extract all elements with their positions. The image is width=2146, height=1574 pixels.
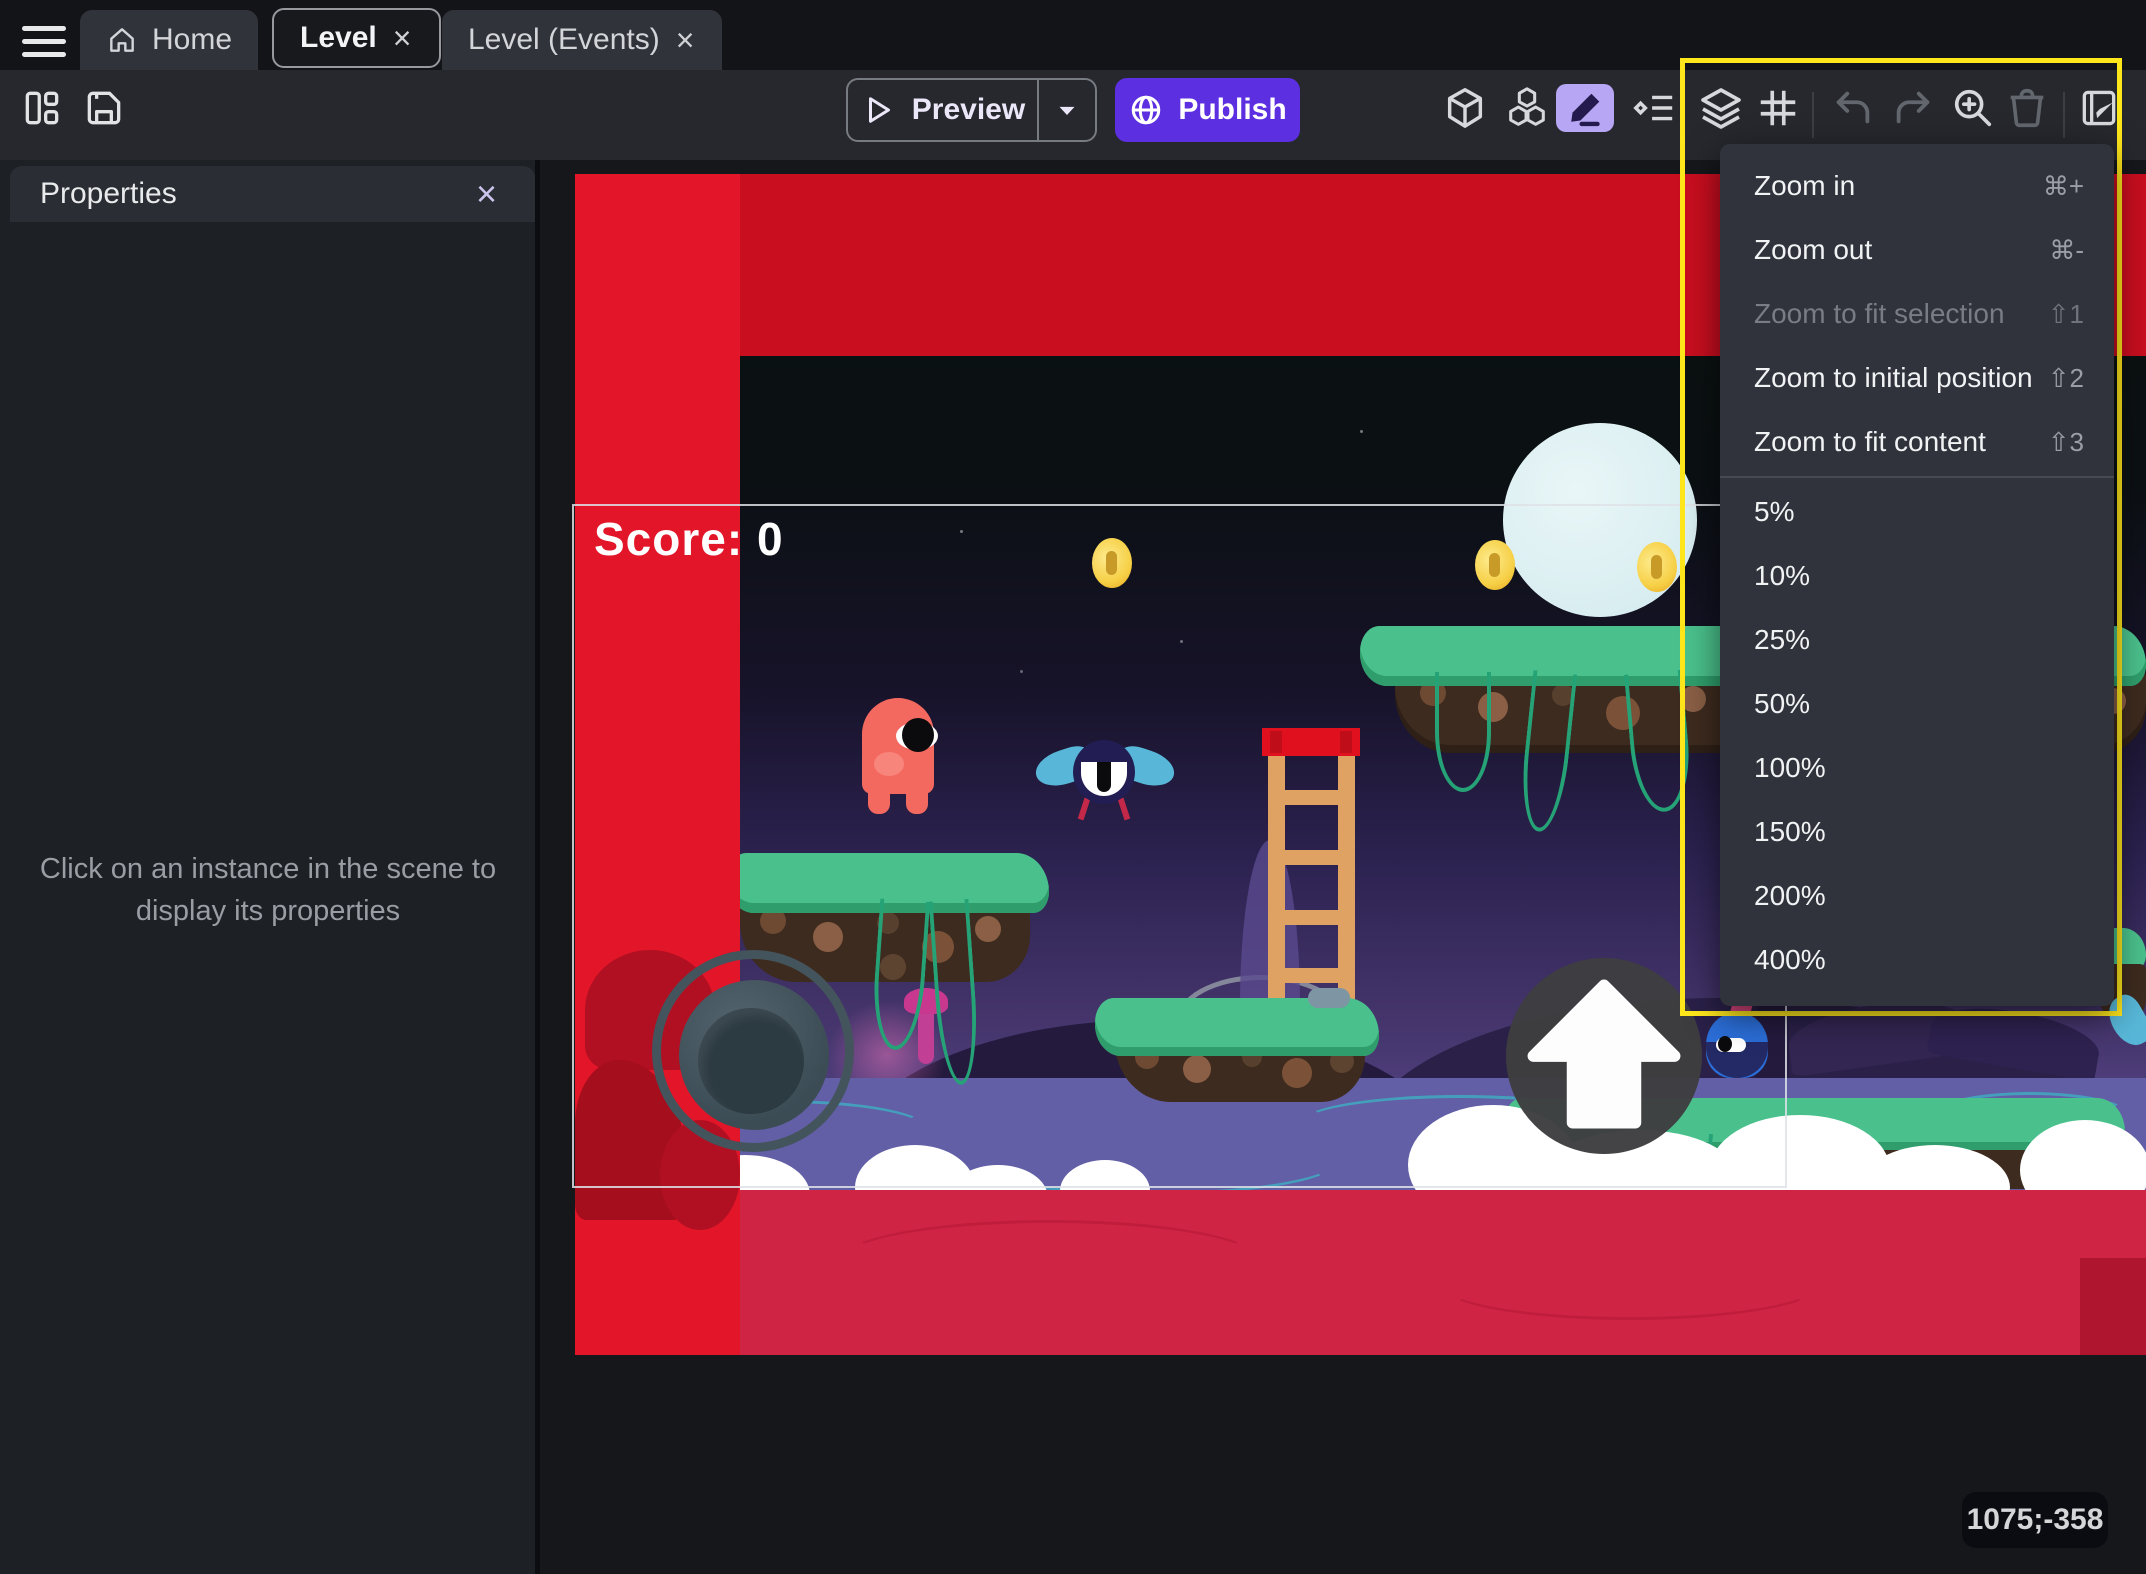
camera-frame-rectangle (572, 504, 1787, 1188)
zoom-level-label: 10% (1754, 560, 1811, 591)
menu-item-zoom-out[interactable]: Zoom out ⌘- (1720, 218, 2114, 282)
properties-panel-header: Properties × (10, 166, 535, 222)
zoom-level-label: 25% (1754, 624, 1811, 655)
menu-item-zoom-400[interactable]: 400% (1720, 928, 2114, 992)
instances-list-button[interactable] (1630, 84, 1678, 132)
layers-panel-button[interactable] (1697, 84, 1745, 132)
publish-button[interactable]: Publish (1115, 78, 1300, 142)
zoom-level-label: 200% (1754, 880, 1826, 911)
menu-item-label: Zoom to initial position (1754, 362, 2033, 393)
zoom-level-label: 150% (1754, 816, 1826, 847)
chevron-down-icon (1052, 95, 1082, 125)
menu-divider (1720, 476, 2114, 478)
zoom-level-label: 5% (1754, 496, 1795, 527)
panel-title: Properties (40, 177, 177, 210)
zoom-level-label: 400% (1754, 944, 1826, 975)
red-band-swirl (1440, 1250, 1820, 1320)
preview-label: Preview (911, 93, 1026, 126)
objects-panel-button[interactable] (1503, 84, 1551, 132)
menu-item-shortcut: ⇧3 (2047, 426, 2084, 457)
save-button[interactable] (80, 84, 128, 132)
menu-item-zoom-100[interactable]: 100% (1720, 736, 2114, 800)
tab-bar: Home Level × Level (Events) × (0, 0, 2146, 70)
globe-icon (1128, 92, 1164, 128)
menu-item-shortcut: ⇧2 (2047, 362, 2084, 393)
publish-label: Publish (1178, 93, 1287, 126)
scene-properties-button[interactable] (2077, 84, 2121, 132)
zoom-level-label: 100% (1754, 752, 1826, 783)
menu-item-zoom-50[interactable]: 50% (1720, 672, 2114, 736)
menu-item-zoom-25[interactable]: 25% (1720, 608, 2114, 672)
menu-item-zoom-in[interactable]: Zoom in ⌘+ (1720, 154, 2114, 218)
undo-button[interactable] (1829, 84, 1877, 132)
tab-label: Level (300, 21, 377, 54)
red-bottom-band[interactable] (575, 1190, 2146, 1355)
zoom-dropdown-menu: Zoom in ⌘+ Zoom out ⌘- Zoom to fit selec… (1720, 144, 2114, 1006)
tab-level-events[interactable]: Level (Events) × (442, 10, 723, 70)
preview-button[interactable]: Preview (846, 78, 1097, 142)
tab-label: Level (Events) (468, 23, 660, 56)
grid-options-button[interactable] (1754, 84, 1802, 132)
delete-button[interactable] (2003, 84, 2051, 132)
zoom-menu-button[interactable] (1949, 84, 1997, 132)
3d-box-button[interactable] (1441, 84, 1489, 132)
redo-button[interactable] (1889, 84, 1937, 132)
toggle-panels-button[interactable] (18, 84, 66, 132)
menu-item-zoom-200[interactable]: 200% (1720, 864, 2114, 928)
zoom-level-label: 50% (1754, 688, 1811, 719)
preview-options-dropdown[interactable] (1037, 80, 1095, 140)
toolbar-separator (2063, 92, 2065, 138)
menu-item-zoom-10[interactable]: 10% (1720, 544, 2114, 608)
menu-item-label: Zoom out (1754, 234, 1873, 265)
close-tab-icon[interactable]: × (674, 24, 697, 56)
red-band-dark-corner (2080, 1258, 2146, 1355)
hamburger-bar (22, 26, 66, 31)
menu-item-shortcut: ⌘- (2049, 234, 2084, 265)
close-icon[interactable]: × (476, 173, 497, 215)
properties-empty-hint: Click on an instance in the scene to dis… (39, 853, 497, 927)
menu-item-zoom-150[interactable]: 150% (1720, 800, 2114, 864)
menu-item-zoom-fit-selection: Zoom to fit selection ⇧1 (1720, 282, 2114, 346)
cursor-coordinates-badge: 1075;-358 (1962, 1492, 2108, 1548)
hamburger-bar (22, 39, 66, 44)
properties-panel: Properties × Click on an instance in the… (0, 160, 535, 1574)
tab-home[interactable]: Home (80, 10, 259, 70)
tab-label: Home (152, 23, 233, 56)
main-menu-hamburger-icon[interactable] (22, 26, 66, 58)
menu-item-label: Zoom in (1754, 170, 1856, 201)
menu-item-shortcut: ⇧1 (2047, 298, 2084, 329)
red-band-swirl (840, 1220, 1260, 1300)
menu-item-shortcut: ⌘+ (2042, 170, 2084, 201)
tab-level[interactable]: Level × (272, 8, 442, 68)
menu-item-zoom-initial-position[interactable]: Zoom to initial position ⇧2 (1720, 346, 2114, 410)
toolbar-separator (1812, 92, 1814, 138)
menu-item-zoom-5[interactable]: 5% (1720, 480, 2114, 544)
menu-item-label: Zoom to fit content (1754, 426, 1986, 457)
menu-item-label: Zoom to fit selection (1754, 298, 2005, 329)
edit-tool-button-selected[interactable] (1556, 84, 1614, 132)
play-icon (860, 92, 896, 128)
hamburger-bar (22, 52, 66, 57)
score-hud-text[interactable]: Score: 0 (594, 512, 784, 566)
gdevelop-window: Home Level × Level (Events) × Preview Pu… (0, 0, 2146, 1574)
menu-item-zoom-fit-content[interactable]: Zoom to fit content ⇧3 (1720, 410, 2114, 474)
home-icon (106, 24, 138, 56)
close-tab-icon[interactable]: × (391, 22, 414, 54)
